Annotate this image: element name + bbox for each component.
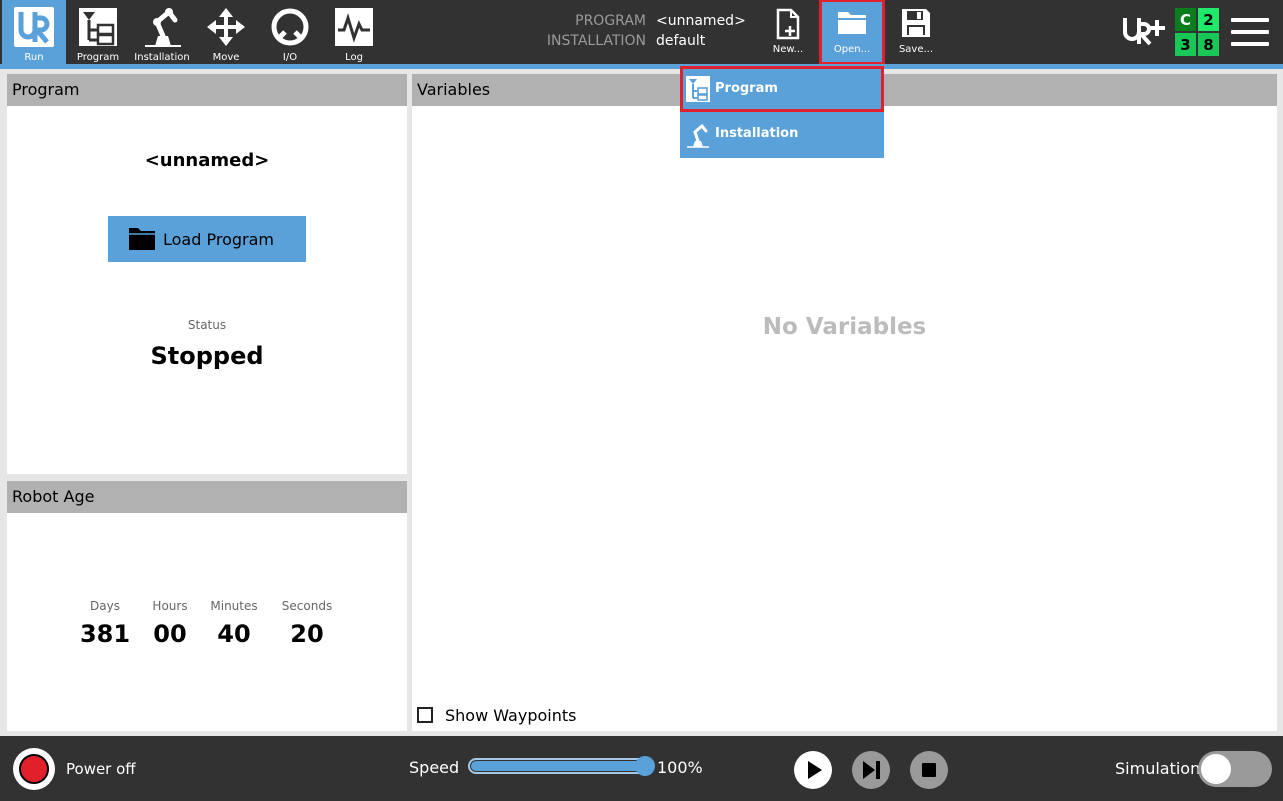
speed-value: 100%	[657, 758, 703, 777]
power-label: Power off	[66, 760, 136, 778]
urplus-icon[interactable]	[1121, 14, 1165, 48]
variables-panel: Variables No Variables Show Waypoints	[412, 74, 1277, 731]
nav-log-label: Log	[345, 52, 363, 63]
open-menu-installation-label: Installation	[715, 126, 799, 141]
hamburger-menu-icon[interactable]	[1229, 14, 1271, 50]
step-button[interactable]	[852, 751, 890, 789]
speed-slider[interactable]	[468, 756, 655, 776]
show-waypoints-label: Show Waypoints	[445, 706, 577, 725]
age-seconds: Seconds 20	[267, 598, 347, 648]
top-bar: Run Program Installation Move I/O Log PR…	[0, 0, 1283, 65]
nav-move[interactable]: Move	[194, 0, 258, 64]
io-icon	[271, 8, 309, 46]
log-icon	[335, 8, 373, 46]
status-value: Stopped	[150, 342, 264, 370]
stop-icon	[922, 763, 936, 777]
program-label: PROGRAM	[575, 13, 646, 29]
robot-age-title: Robot Age	[7, 481, 407, 513]
move-arrows-icon	[207, 8, 245, 46]
age-seconds-value: 20	[290, 620, 324, 648]
simulation-toggle[interactable]	[1198, 751, 1272, 787]
checkbox-box[interactable]	[417, 707, 433, 723]
program-panel-title: Program	[7, 74, 407, 106]
nav-run[interactable]: Run	[2, 0, 66, 64]
program-panel: Program <unnamed> Load Program Status St…	[7, 74, 407, 474]
program-tree-icon	[686, 76, 710, 102]
status-cell: 8	[1198, 33, 1219, 56]
open-menu-installation[interactable]: Installation	[680, 112, 884, 158]
save-button-label: Save...	[898, 44, 934, 55]
ur-logo-icon	[14, 7, 54, 47]
power-button[interactable]	[13, 748, 55, 790]
simulation-label: Simulation	[1115, 759, 1201, 778]
speed-slider-handle[interactable]	[635, 756, 655, 776]
new-file-icon	[776, 8, 800, 40]
nav-io-label: I/O	[282, 52, 298, 63]
open-button-label: Open...	[833, 44, 871, 55]
nav-move-label: Move	[212, 52, 240, 63]
nav-io[interactable]: I/O	[258, 0, 322, 64]
age-minutes-label: Minutes	[210, 599, 258, 613]
status-cell: 3	[1175, 33, 1196, 56]
speed-label: Speed	[409, 758, 460, 777]
no-variables-text: No Variables	[762, 314, 927, 340]
play-icon	[808, 761, 822, 779]
nav-run-label: Run	[24, 52, 44, 63]
toggle-knob	[1201, 754, 1231, 784]
age-minutes: Minutes 40	[194, 598, 274, 648]
installation-value: default	[656, 33, 706, 49]
bottom-bar: Power off Speed 100% Simulation	[0, 736, 1283, 801]
speed-slider-fill	[471, 761, 645, 771]
status-cell: 2	[1198, 8, 1219, 31]
folder-open-icon	[838, 12, 866, 34]
program-tree-icon	[79, 8, 117, 46]
play-button[interactable]	[794, 751, 832, 789]
program-name: <unnamed>	[144, 150, 270, 171]
nav-log[interactable]: Log	[322, 0, 386, 64]
nav-program[interactable]: Program	[66, 0, 130, 64]
robot-arm-icon	[687, 123, 709, 148]
nav-program-label: Program	[76, 52, 120, 63]
load-program-button[interactable]: Load Program	[108, 216, 306, 262]
floppy-save-icon	[902, 9, 930, 37]
new-button-label: New...	[772, 44, 804, 55]
age-seconds-label: Seconds	[281, 599, 333, 613]
header-accent-line	[0, 64, 1283, 69]
open-menu-program-label: Program	[715, 81, 778, 96]
load-program-label: Load Program	[163, 230, 274, 249]
folder-icon	[129, 228, 155, 250]
program-value: <unnamed>	[656, 13, 746, 29]
installation-label: INSTALLATION	[546, 33, 646, 49]
open-menu-program[interactable]: Program	[680, 66, 884, 112]
save-button[interactable]: Save...	[884, 0, 948, 64]
stop-button[interactable]	[910, 751, 948, 789]
step-forward-icon	[863, 761, 880, 779]
robot-arm-icon	[145, 8, 181, 47]
new-button[interactable]: New...	[756, 0, 820, 64]
status-grid[interactable]: C 2 3 8	[1175, 8, 1219, 56]
robot-age-panel: Robot Age Days 381 Hours 00 Minutes 40 S…	[7, 481, 407, 731]
open-menu-dropdown: Program Installation	[680, 66, 884, 158]
nav-installation[interactable]: Installation	[130, 0, 194, 64]
open-button[interactable]: Open...	[819, 0, 885, 65]
status-cell: C	[1175, 8, 1196, 31]
nav-installation-label: Installation	[134, 52, 190, 63]
status-label: Status	[187, 318, 227, 332]
age-minutes-value: 40	[217, 620, 251, 648]
